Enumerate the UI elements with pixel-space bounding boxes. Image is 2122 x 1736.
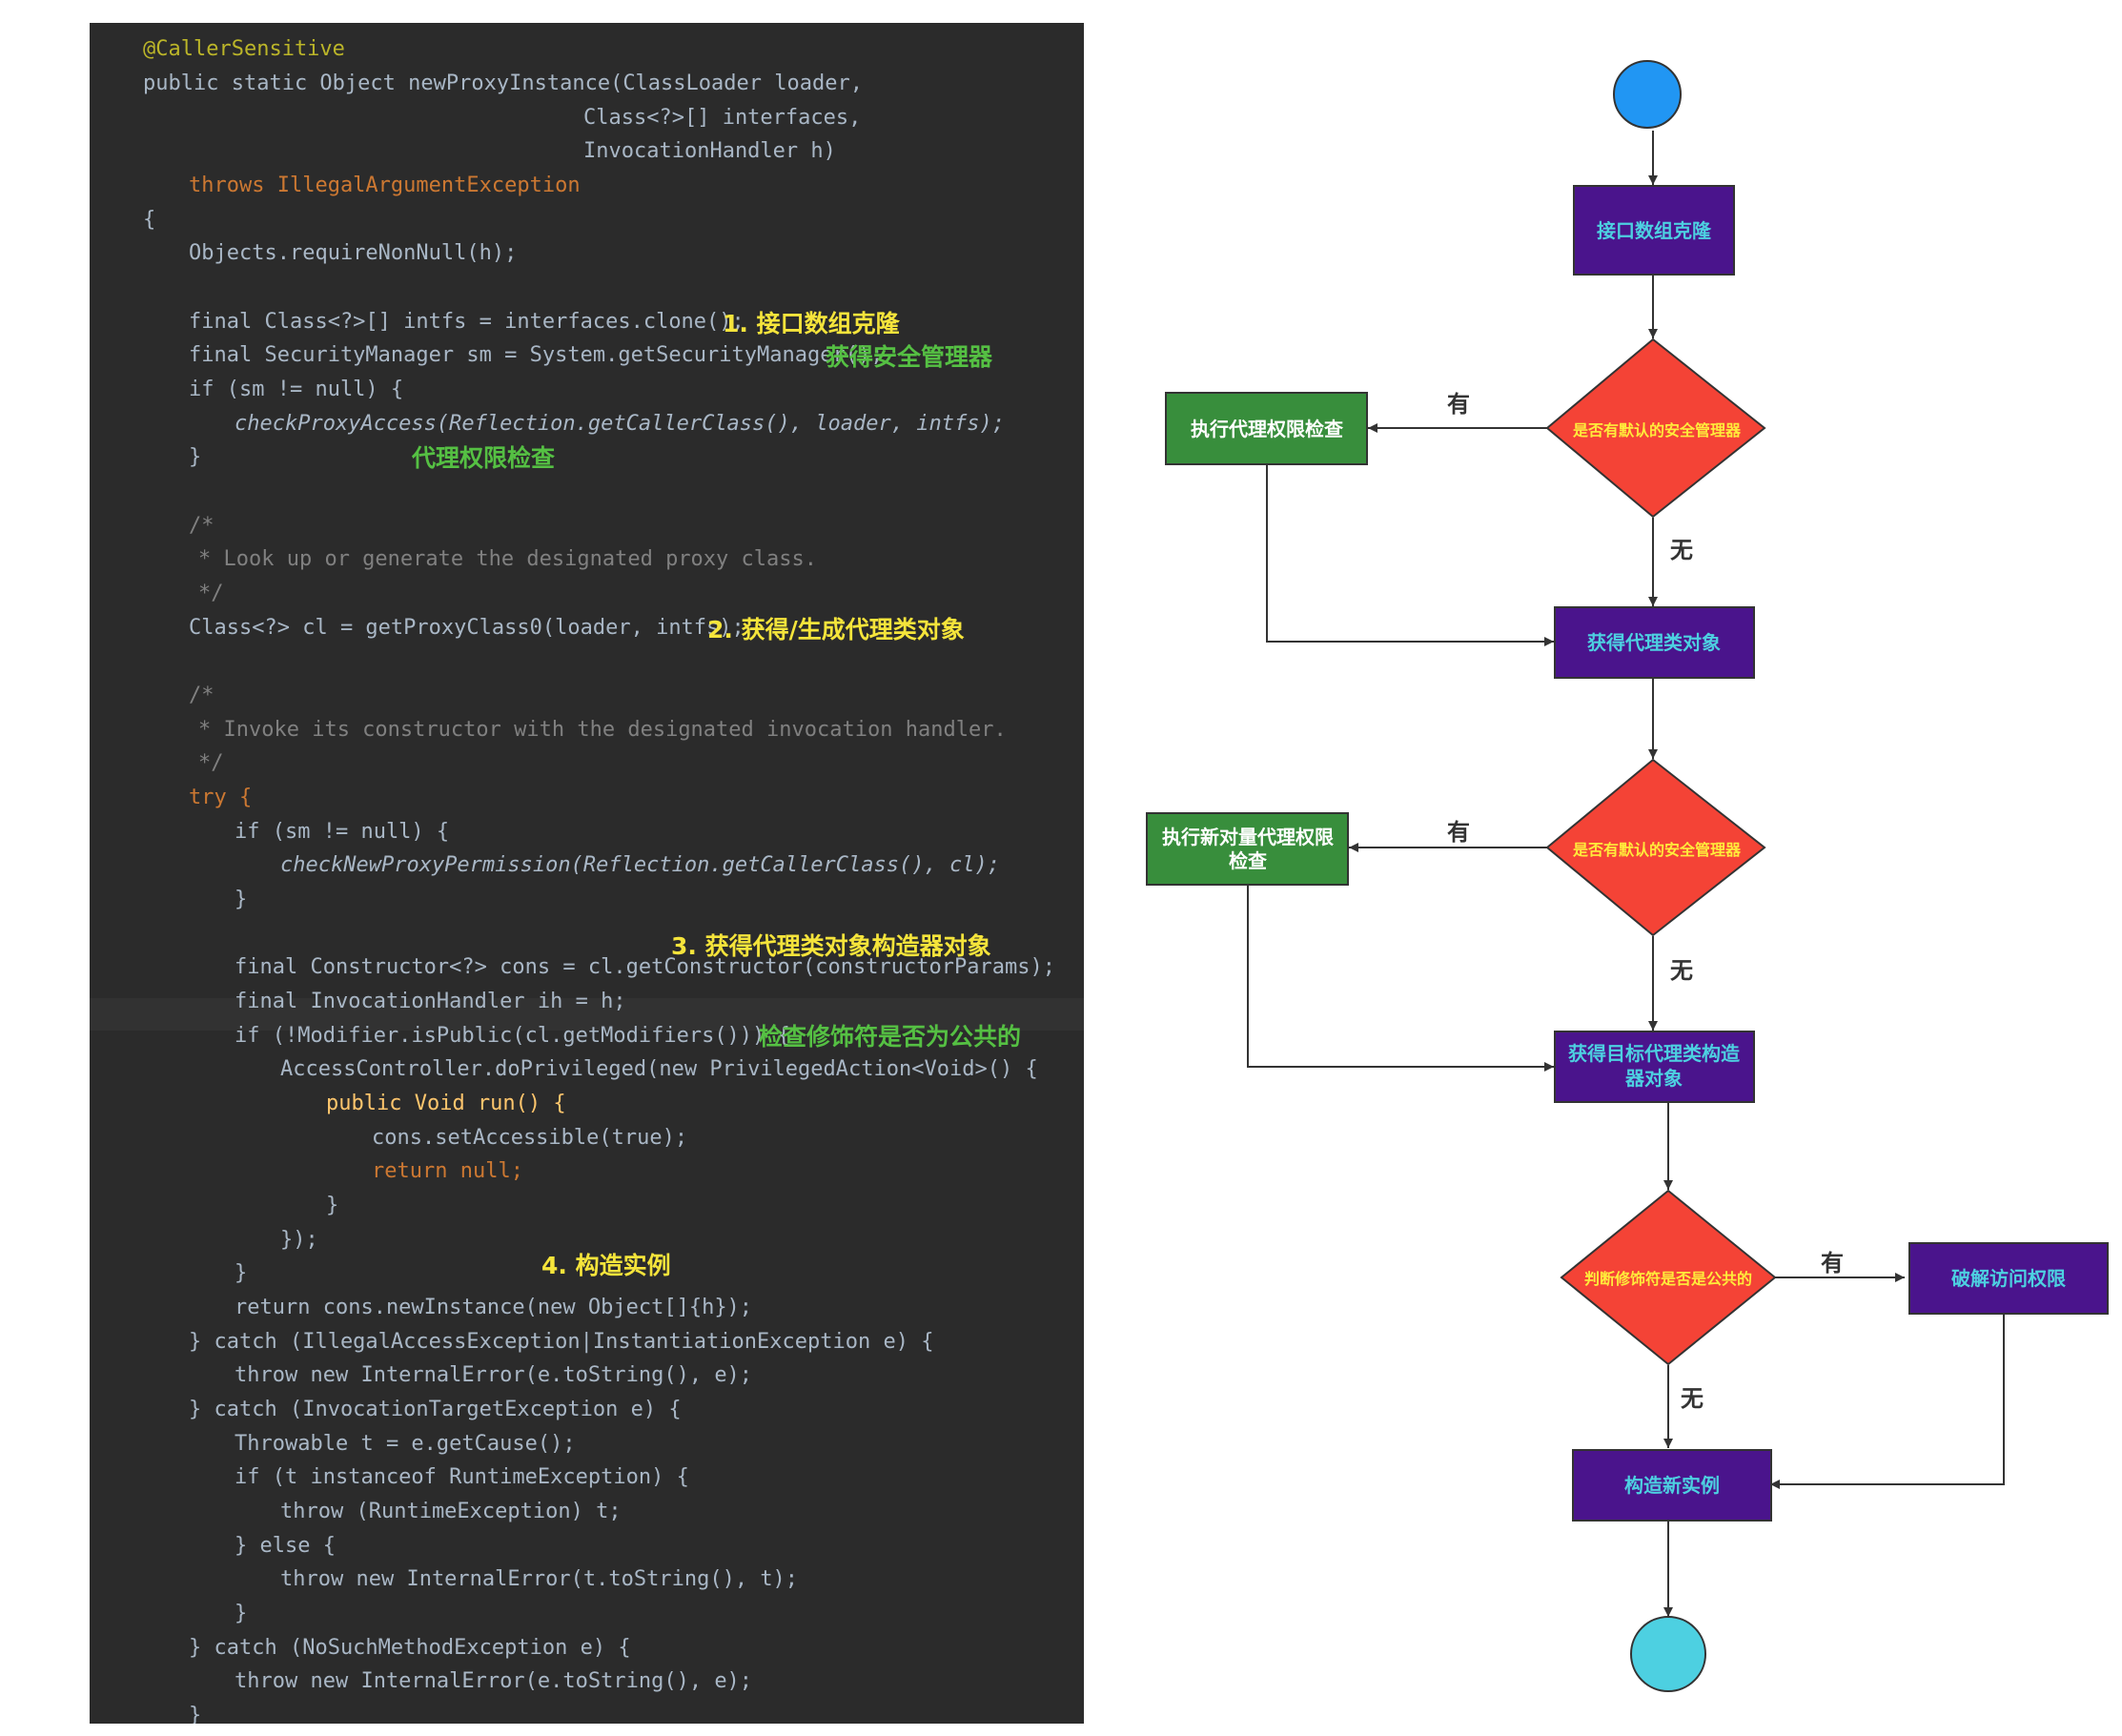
- node-label: 破解访问权限: [1951, 1267, 2066, 1290]
- edge-label-yes: 有: [1821, 1250, 1844, 1276]
- node-label: 执行新对量代理权限: [1162, 826, 1334, 848]
- edge-label-no: 无: [1670, 537, 1693, 563]
- decision-label: 是否有默认的安全管理器: [1572, 841, 1742, 859]
- node-label: 构造新实例: [1624, 1474, 1720, 1497]
- end-node: [1630, 1616, 1706, 1692]
- start-node: [1613, 60, 1682, 129]
- connector: [1770, 1313, 2005, 1489]
- node-label: 接口数组克隆: [1597, 219, 1712, 242]
- edge-label-no: 无: [1670, 957, 1693, 984]
- node-label: 器对象: [1624, 1067, 1683, 1090]
- connector: [1266, 465, 1554, 646]
- flowchart: 接口数组克隆 获得代理类对象 获得目标代理类构造 器对象 构造新实例 破解访问权…: [1146, 60, 2109, 1692]
- edge-label-yes: 有: [1447, 819, 1470, 846]
- node-label: 获得代理类对象: [1587, 631, 1721, 654]
- decision-label: 是否有默认的安全管理器: [1572, 421, 1742, 439]
- node-label: 检查: [1229, 849, 1267, 872]
- node-label: 执行代理权限检查: [1191, 418, 1343, 440]
- edge-label-yes: 有: [1447, 391, 1470, 418]
- decision-label: 判断修饰符是否是公共的: [1584, 1270, 1752, 1288]
- connector: [1247, 885, 1554, 1072]
- edge-label-no: 无: [1681, 1385, 1704, 1412]
- node-label: 获得目标代理类构造: [1568, 1042, 1741, 1065]
